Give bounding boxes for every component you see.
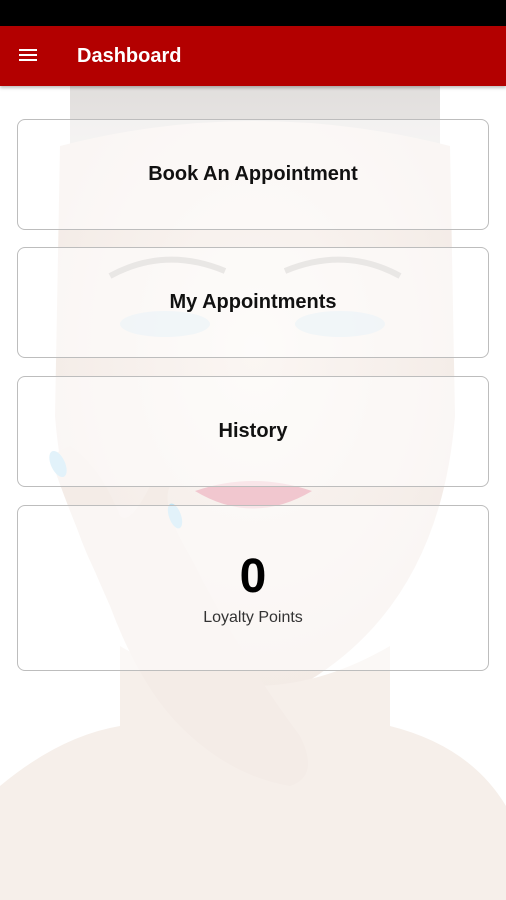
loyalty-points-value: 0 — [239, 550, 267, 603]
app-bar: Dashboard — [0, 26, 506, 86]
book-appointment-label: Book An Appointment — [148, 163, 358, 185]
hamburger-menu-icon[interactable] — [18, 46, 40, 64]
status-bar — [0, 0, 506, 26]
loyalty-points-card: 0 Loyalty Points — [17, 505, 489, 671]
my-appointments-label: My Appointments — [169, 291, 337, 313]
page-title: Dashboard — [77, 45, 182, 67]
loyalty-points-label: Loyalty Points — [203, 609, 303, 626]
my-appointments-button[interactable]: My Appointments — [17, 247, 489, 358]
history-button[interactable]: History — [17, 376, 489, 487]
book-appointment-button[interactable]: Book An Appointment — [17, 119, 489, 230]
history-label: History — [218, 420, 288, 442]
